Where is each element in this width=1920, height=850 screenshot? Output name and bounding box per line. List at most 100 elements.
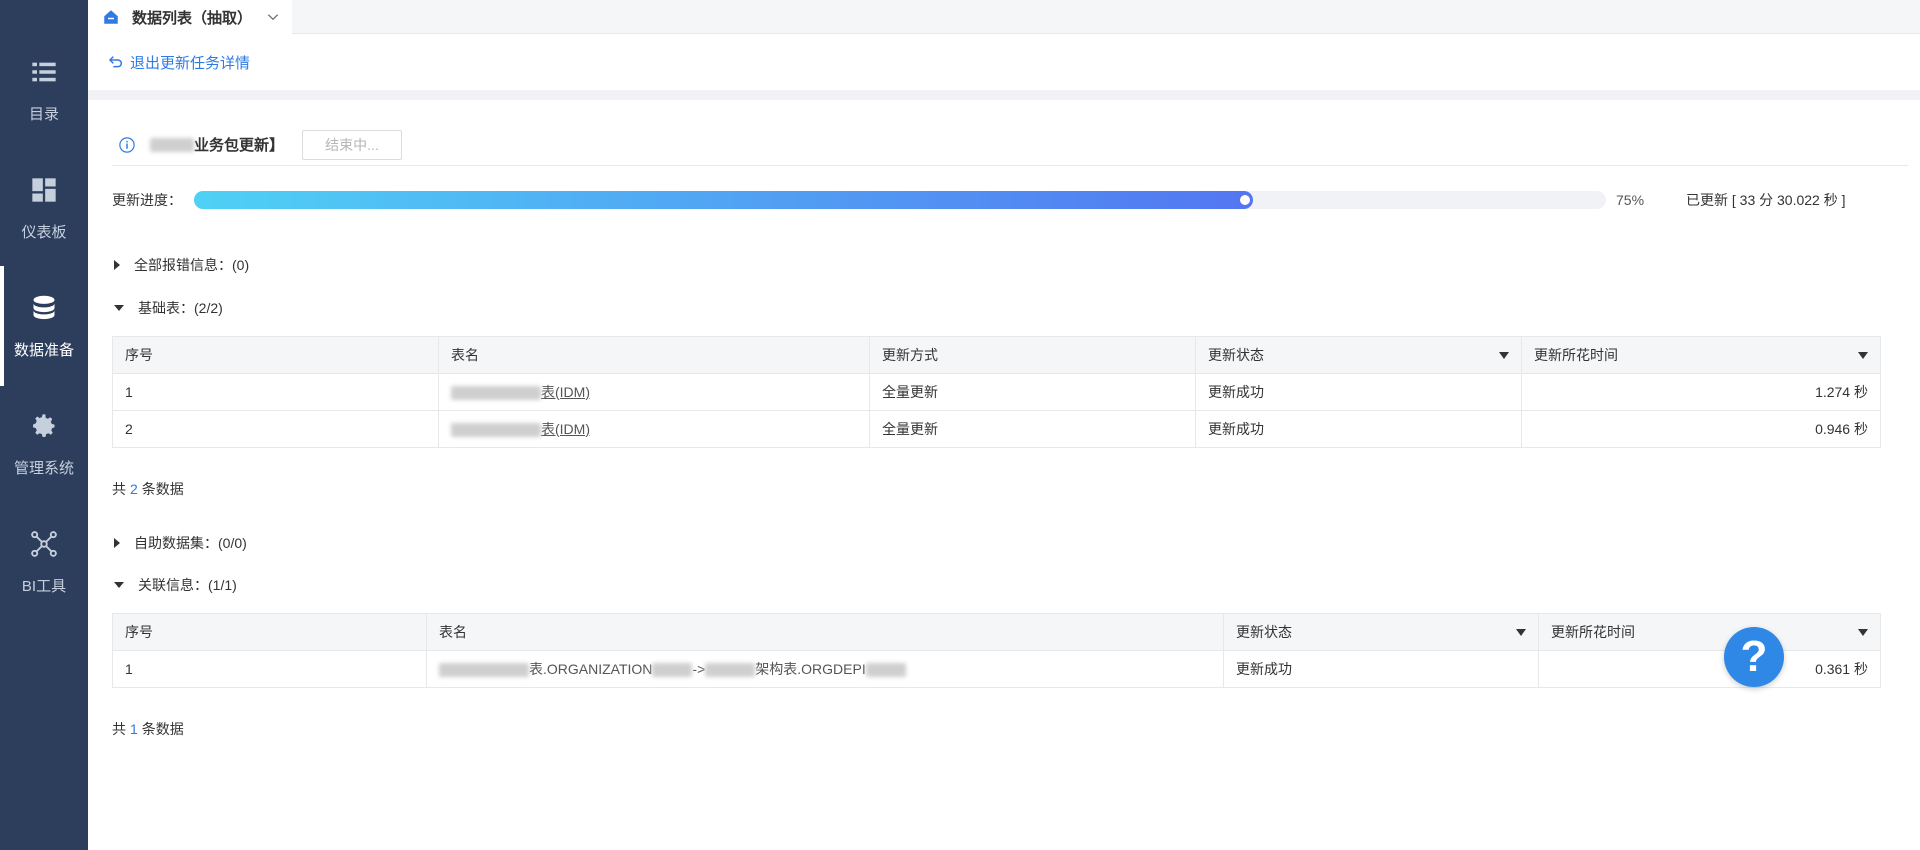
sidebar-item-dashboard[interactable]: 仪表板 — [0, 148, 88, 268]
total-prefix: 共 — [112, 721, 126, 737]
total-suffix: 条数据 — [141, 721, 184, 737]
col-header-time: 更新所花时间 — [1521, 336, 1881, 374]
sidebar-item-label: 仪表板 — [21, 223, 67, 241]
progress-fill — [194, 191, 1253, 209]
redacted-text — [150, 137, 194, 152]
exit-task-detail-link[interactable]: 退出更新任务详情 — [108, 52, 250, 73]
col-header-name: 表名 — [426, 613, 1224, 651]
cell-method: 全量更新 — [869, 373, 1196, 411]
progress-elapsed: 已更新 [ 33 分 30.022 秒 ] — [1686, 192, 1846, 208]
col-header-no: 序号 — [112, 613, 427, 651]
redacted-text — [865, 663, 906, 678]
section-base-tables-toggle[interactable]: 基础表：(2/2) — [112, 298, 223, 318]
cell-name: 表(IDM) — [438, 373, 870, 411]
total-prefix: 共 — [112, 481, 126, 497]
sidebar-item-label: 目录 — [28, 105, 59, 123]
cell-time: 1.274 秒 — [1521, 373, 1881, 411]
caret-right-icon — [114, 260, 120, 270]
filter-icon[interactable] — [1499, 351, 1509, 359]
cell-method: 全量更新 — [869, 410, 1196, 448]
sidebar-item-bi-tools[interactable]: BI工具 — [0, 502, 88, 622]
redacted-text — [652, 663, 693, 678]
cell-no: 1 — [112, 650, 427, 688]
table-row: 1 表.ORGANIZATION -> 架构表.ORGDEPI 更新成功 0.361… — [112, 650, 1881, 688]
sidebar-item-label: BI工具 — [21, 577, 67, 595]
caret-down-icon — [114, 582, 124, 588]
task-detail-panel: 业务包更新】 结束中... 更新进度： 75% 已更新 [ 33 分 30.02… — [88, 100, 1920, 850]
filter-icon[interactable] — [1858, 628, 1868, 636]
tab-label: 数据列表（抽取） — [132, 9, 253, 27]
col-header-time: 更新所花时间 — [1538, 613, 1881, 651]
section-title: 全部报错信息：(0) — [134, 257, 250, 273]
tab-data-list[interactable]: 数据列表（抽取） — [88, 0, 292, 34]
table-header-row: 序号 表名 更新状态 更新所花时间 — [112, 613, 1881, 651]
cell-time: 0.946 秒 — [1521, 410, 1881, 448]
progress-percent: 75% — [1616, 192, 1645, 208]
col-header-no: 序号 — [112, 336, 439, 374]
cell-status: 更新成功 — [1195, 373, 1522, 411]
progress-bar — [194, 191, 1606, 209]
info-icon — [119, 136, 135, 153]
back-bar: 退出更新任务详情 — [88, 34, 1920, 90]
network-icon — [29, 529, 59, 559]
table-row: 2 表(IDM) 全量更新 更新成功 0.946 秒 — [112, 410, 1881, 448]
cell-status: 更新成功 — [1223, 650, 1539, 688]
cell-name: 表.ORGANIZATION -> 架构表.ORGDEPI — [426, 650, 1224, 688]
col-header-name: 表名 — [438, 336, 870, 374]
task-name-text: 业务包更新】 — [194, 137, 285, 154]
redacted-text — [705, 663, 756, 678]
section-title: 自助数据集：(0/0) — [134, 535, 247, 551]
chevron-down-icon[interactable] — [266, 10, 280, 24]
sidebar: 目录 仪表板 数据准备 管理系统 BI工具 — [0, 0, 88, 850]
filter-icon[interactable] — [1858, 351, 1868, 359]
col-header-method: 更新方式 — [869, 336, 1196, 374]
cell-status: 更新成功 — [1195, 410, 1522, 448]
relation-arrow: -> — [692, 661, 706, 677]
progress-label: 更新进度： — [112, 192, 182, 208]
redacted-text — [439, 663, 529, 678]
back-arrow-icon — [108, 56, 122, 68]
sidebar-item-admin[interactable]: 管理系统 — [0, 384, 88, 504]
section-title: 关联信息：(1/1) — [138, 577, 237, 593]
table-name-link[interactable]: 表(IDM) — [541, 384, 590, 400]
cell-time: 0.361 秒 — [1538, 650, 1881, 688]
table-header-row: 序号 表名 更新方式 更新状态 更新所花时间 — [112, 336, 1881, 374]
redacted-text — [451, 386, 541, 401]
relation-table: 序号 表名 更新状态 更新所花时间 1 表.ORGANIZATION -> 架构表.… — [112, 613, 1881, 688]
sidebar-item-label: 管理系统 — [13, 459, 74, 477]
caret-down-icon — [114, 305, 124, 311]
redacted-text — [451, 423, 541, 438]
base-table: 序号 表名 更新方式 更新状态 更新所花时间 1 表(IDM) 全量更新 更新成… — [112, 336, 1881, 448]
task-header: 业务包更新】 结束中... — [112, 124, 1908, 166]
tab-bar: 数据列表（抽取） — [88, 0, 1920, 34]
table-row: 1 表(IDM) 全量更新 更新成功 1.274 秒 — [112, 373, 1881, 411]
col-header-status: 更新状态 — [1223, 613, 1539, 651]
total-count: 1 — [130, 721, 138, 737]
task-status-button[interactable]: 结束中... — [302, 129, 403, 160]
section-errors-toggle[interactable]: 全部报错信息：(0) — [112, 255, 249, 275]
total-suffix: 条数据 — [141, 481, 184, 497]
relation-source: 表.ORGANIZATION — [529, 661, 653, 677]
help-button[interactable]: ? — [1724, 627, 1784, 687]
home-icon — [104, 10, 118, 24]
relation-table-total: 共 1 条数据 — [112, 719, 184, 739]
dashboard-icon — [29, 175, 59, 205]
cell-no: 1 — [112, 373, 439, 411]
sidebar-item-label: 数据准备 — [13, 341, 74, 359]
cell-name: 表(IDM) — [438, 410, 870, 448]
sidebar-item-data-prep[interactable]: 数据准备 — [0, 266, 88, 386]
cell-no: 2 — [112, 410, 439, 448]
list-icon — [29, 57, 59, 87]
table-name-link[interactable]: 表(IDM) — [541, 421, 590, 437]
back-label: 退出更新任务详情 — [130, 54, 251, 72]
section-relations-toggle[interactable]: 关联信息：(1/1) — [112, 575, 237, 595]
sidebar-item-catalog[interactable]: 目录 — [0, 30, 88, 150]
filter-icon[interactable] — [1516, 628, 1526, 636]
base-table-total: 共 2 条数据 — [112, 479, 184, 499]
total-count: 2 — [130, 481, 138, 497]
progress-knob — [1238, 193, 1252, 207]
progress-row: 更新进度： 75% 已更新 [ 33 分 30.022 秒 ] — [112, 190, 1908, 210]
database-icon — [29, 293, 59, 323]
section-self-datasets-toggle[interactable]: 自助数据集：(0/0) — [112, 533, 247, 553]
section-title: 基础表：(2/2) — [138, 300, 223, 316]
